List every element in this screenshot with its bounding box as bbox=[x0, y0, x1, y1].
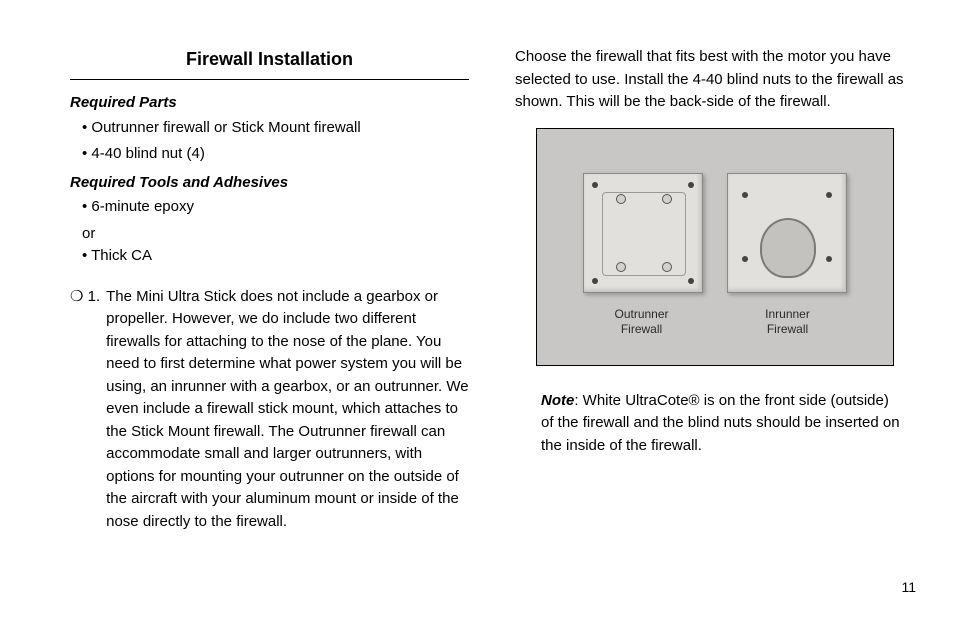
section-heading: Firewall Installation bbox=[70, 46, 469, 80]
hole-icon bbox=[592, 182, 598, 188]
caption-line: Inrunner bbox=[765, 307, 810, 321]
step-1: ❍ 1. The Mini Ultra Stick does not inclu… bbox=[70, 286, 469, 534]
hole-icon bbox=[688, 182, 694, 188]
required-parts-item: • Outrunner firewall or Stick Mount fire… bbox=[82, 117, 469, 140]
page-number: 11 bbox=[901, 579, 916, 595]
screw-icon bbox=[662, 262, 672, 272]
caption-line: Outrunner bbox=[614, 307, 668, 321]
caption-outrunner: Outrunner Firewall bbox=[583, 307, 701, 338]
caption-line: Firewall bbox=[621, 322, 662, 336]
hole-icon bbox=[826, 192, 832, 198]
firewall-photo: Outrunner Firewall Inrunner Firewall bbox=[536, 128, 894, 366]
step-marker: ❍ 1. bbox=[70, 286, 100, 534]
hole-icon bbox=[826, 256, 832, 262]
or-text: or bbox=[82, 223, 469, 246]
hole-icon bbox=[592, 278, 598, 284]
hole-icon bbox=[742, 192, 748, 198]
hole-icon bbox=[688, 278, 694, 284]
required-parts-heading: Required Parts bbox=[70, 92, 469, 115]
caption-inrunner: Inrunner Firewall bbox=[729, 307, 847, 338]
required-tools-heading: Required Tools and Adhesives bbox=[70, 172, 469, 195]
note: Note: White UltraCote® is on the front s… bbox=[541, 390, 904, 458]
right-column: Choose the firewall that fits best with … bbox=[515, 46, 914, 587]
note-body: : White UltraCote® is on the front side … bbox=[541, 392, 900, 454]
gearbox-hole-icon bbox=[760, 218, 816, 278]
intro-paragraph: Choose the firewall that fits best with … bbox=[515, 46, 914, 114]
required-tools-item: • 6-minute epoxy bbox=[82, 196, 469, 219]
motor-plate-icon bbox=[602, 192, 686, 276]
screw-icon bbox=[616, 262, 626, 272]
outrunner-firewall-icon bbox=[583, 173, 703, 293]
screw-icon bbox=[616, 194, 626, 204]
screw-icon bbox=[662, 194, 672, 204]
required-tools-item: • Thick CA bbox=[82, 245, 469, 268]
inrunner-firewall-icon bbox=[727, 173, 847, 293]
note-lead: Note bbox=[541, 392, 574, 409]
step-body: The Mini Ultra Stick does not include a … bbox=[106, 286, 469, 534]
page: Firewall Installation Required Parts • O… bbox=[0, 0, 954, 617]
required-parts-item: • 4-40 blind nut (4) bbox=[82, 143, 469, 166]
caption-line: Firewall bbox=[767, 322, 808, 336]
left-column: Firewall Installation Required Parts • O… bbox=[70, 46, 469, 587]
hole-icon bbox=[742, 256, 748, 262]
